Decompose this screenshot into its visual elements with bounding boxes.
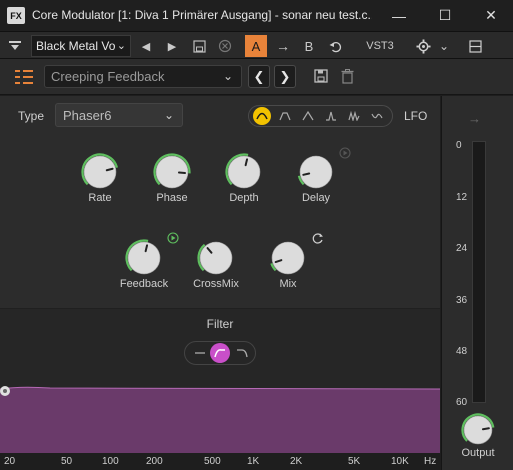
bypass-icon[interactable]	[216, 36, 234, 56]
rate-knob-label: Rate	[88, 192, 112, 204]
chevron-down-icon: ⌄	[222, 69, 233, 83]
freq-tick: 500	[204, 456, 221, 467]
output-label: Output	[461, 447, 495, 459]
ab-a-button[interactable]: A	[245, 35, 267, 57]
freq-tick: 50	[61, 456, 73, 467]
filter-section: Filter 20 50 100 200 500 1K 2K 5K 10K Hz	[0, 308, 440, 470]
delay-sync-icon[interactable]	[338, 146, 352, 160]
lfo-shape-3-icon[interactable]	[299, 108, 317, 124]
fx-preset-select[interactable]: Creeping Feedback ⌄	[44, 65, 242, 88]
db-tick: 12	[456, 192, 468, 203]
copy-a-to-b-button[interactable]: →	[274, 36, 292, 56]
frequency-axis: 20 50 100 200 500 1K 2K 5K 10K Hz	[0, 453, 440, 470]
phase-knob[interactable]	[153, 153, 191, 191]
close-button[interactable]: ✕	[470, 0, 512, 31]
feedback-knob-label: Feedback	[119, 278, 169, 290]
title-bar: FX Core Modulator [1: Diva 1 Primärer Au…	[0, 0, 513, 31]
filter-curve-display[interactable]	[0, 309, 440, 470]
main-panel: Type Phaser6 ⌄ LFO Rate Phase Depth Dela…	[0, 96, 440, 470]
db-tick: 0	[456, 140, 462, 151]
save-icon[interactable]	[190, 36, 208, 56]
phase-knob-label: Phase	[156, 192, 188, 204]
output-knob[interactable]	[461, 413, 495, 447]
menu-icon[interactable]	[6, 36, 24, 56]
freq-tick: 100	[102, 456, 119, 467]
lfo-shape-5-icon[interactable]	[345, 108, 363, 124]
db-tick: 48	[456, 346, 468, 357]
save-icon[interactable]	[312, 67, 330, 85]
freq-tick: 1K	[247, 456, 260, 467]
type-label: Type	[18, 109, 45, 123]
lfo-shape-2-icon[interactable]	[276, 108, 294, 124]
freq-tick: Hz	[424, 456, 437, 467]
freq-tick: 10K	[391, 456, 409, 467]
feedback-knob[interactable]	[125, 239, 163, 277]
prev-fx-preset-button[interactable]: ❮	[248, 65, 270, 88]
output-meter	[472, 141, 486, 403]
host-preset-name: Black Metal Vo	[36, 39, 116, 53]
depth-knob[interactable]	[225, 153, 263, 191]
type-select[interactable]: Phaser6 ⌄	[55, 103, 183, 127]
crossmix-knob-label: CrossMix	[193, 278, 239, 290]
next-fx-preset-button[interactable]: ❯	[274, 65, 296, 88]
freq-tick: 2K	[290, 456, 303, 467]
db-tick: 60	[456, 397, 468, 408]
delay-knob-label: Delay	[301, 192, 331, 204]
freq-tick: 5K	[348, 456, 361, 467]
chevron-down-icon: ⌄	[116, 40, 126, 52]
maximize-button[interactable]: ☐	[424, 0, 466, 31]
undo-icon[interactable]	[326, 36, 344, 56]
db-tick: 24	[456, 243, 468, 254]
ab-b-button[interactable]: B	[300, 36, 318, 56]
host-toolbar: Black Metal Vo ⌄ ◀ ▶ A → B VST3 ⌄	[0, 31, 513, 59]
lfo-label: LFO	[404, 109, 428, 123]
lfo-shape-6-icon[interactable]	[368, 108, 386, 124]
host-preset-select[interactable]: Black Metal Vo ⌄	[31, 35, 131, 57]
db-tick: 36	[456, 295, 468, 306]
freq-tick: 200	[146, 456, 163, 467]
layout-icon[interactable]	[466, 36, 484, 56]
delete-icon[interactable]	[338, 67, 356, 85]
lfo-shape-4-icon[interactable]	[322, 108, 340, 124]
chevron-down-icon: ⌄	[163, 108, 174, 122]
type-value: Phaser6	[63, 107, 112, 123]
plugin-header: Creeping Feedback ⌄ ❮ ❯	[0, 59, 513, 95]
fx-app-icon: FX	[7, 7, 25, 24]
plugin-format-label: VST3	[366, 40, 394, 52]
next-preset-button[interactable]: ▶	[164, 36, 180, 56]
lfo-shape-sine-icon[interactable]	[253, 107, 271, 125]
feedback-play-icon[interactable]	[166, 231, 180, 245]
mix-knob-label: Mix	[279, 278, 297, 290]
mix-knob[interactable]	[269, 239, 307, 277]
minimize-button[interactable]: —	[378, 0, 420, 31]
crossmix-knob[interactable]	[197, 239, 235, 277]
rate-knob[interactable]	[81, 153, 119, 191]
fx-preset-name: Creeping Feedback	[51, 69, 165, 84]
lfo-shape-selector	[248, 105, 393, 127]
window-title: Core Modulator [1: Diva 1 Primärer Ausga…	[32, 8, 372, 22]
delay-knob[interactable]	[297, 153, 335, 191]
prev-preset-button[interactable]: ◀	[138, 36, 154, 56]
freq-tick: 20	[4, 456, 16, 467]
output-section: → 0 12 24 36 48 60 Output	[441, 96, 513, 470]
gear-icon[interactable]	[414, 36, 432, 56]
logo-icon	[15, 70, 33, 84]
chevron-down-icon[interactable]: ⌄	[436, 36, 452, 56]
depth-knob-label: Depth	[229, 192, 259, 204]
output-arrow-icon: →	[468, 111, 481, 126]
mix-reset-icon[interactable]	[310, 231, 324, 245]
